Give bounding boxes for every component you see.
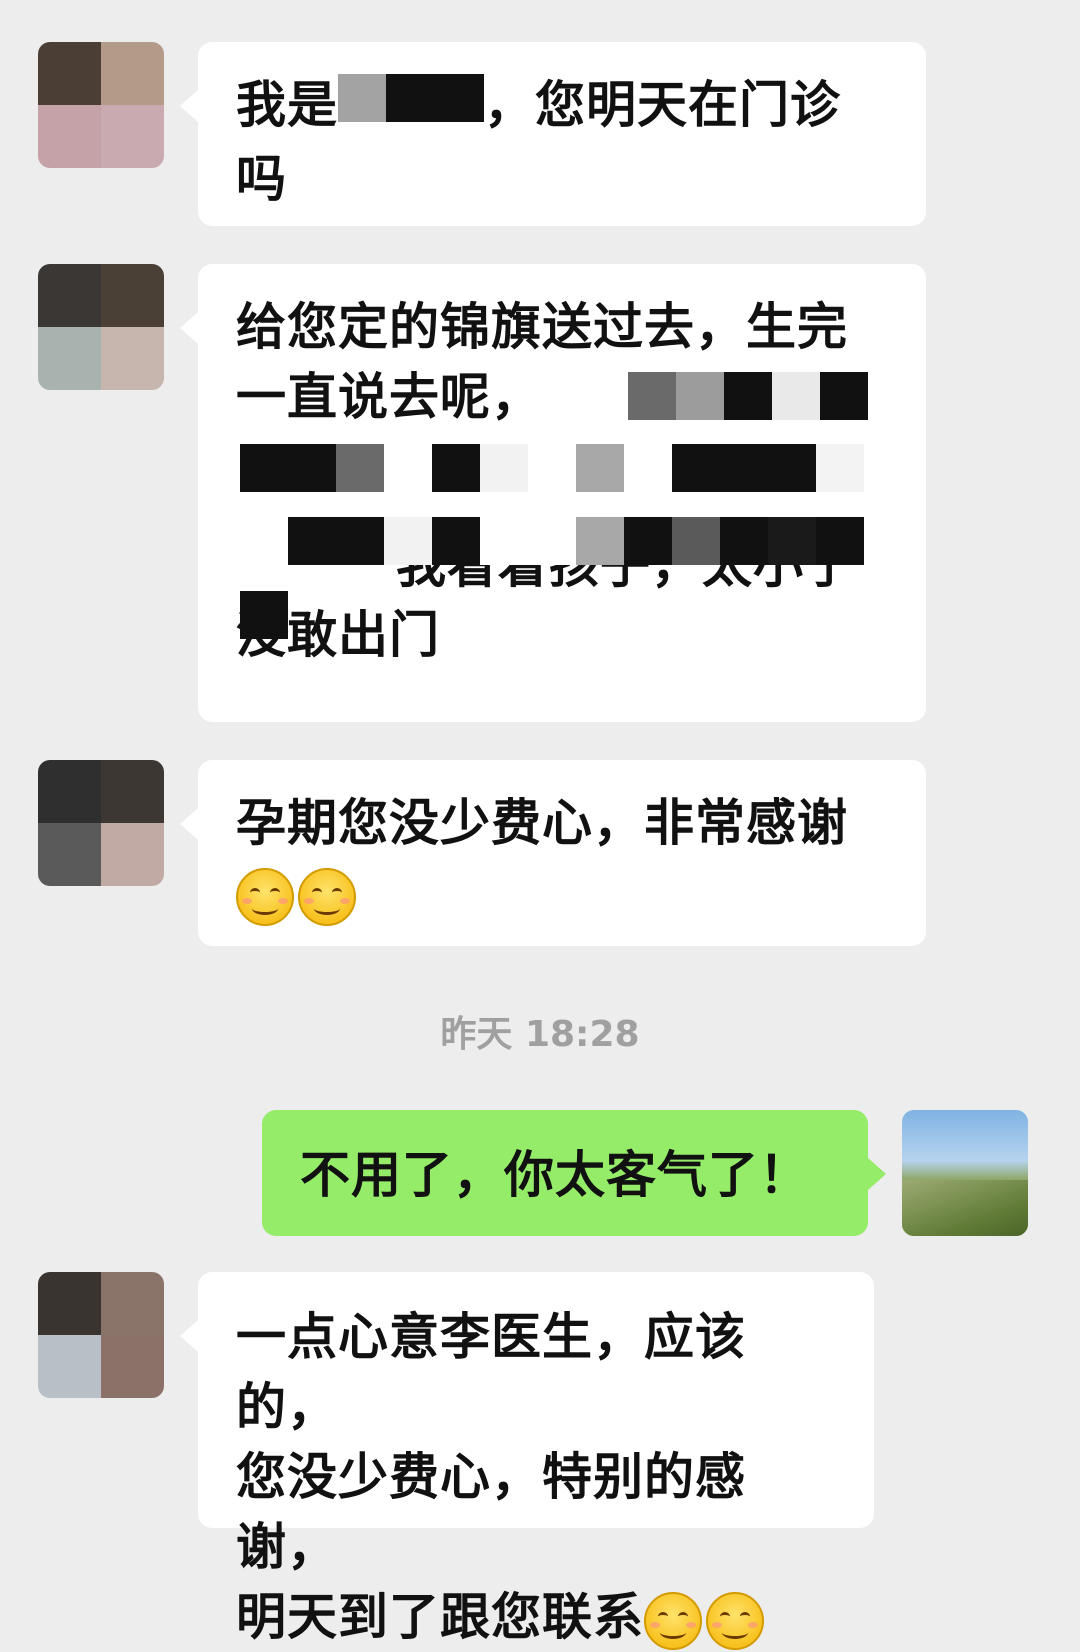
redacted-mosaic [628,372,868,442]
message-line: 明天到了跟您联系 [236,1588,644,1646]
smile-emoji-icon [644,1591,702,1650]
message-bubble[interactable]: 给您定的锦旗送过去，生完 一直说去呢， 我看着孩子，太小了 没敢出门 [180,264,926,722]
message-text: 吗 [236,149,287,208]
message-text: 不用了，你太客气了！ [300,1146,810,1204]
landscape-icon [902,1180,1028,1236]
smile-emoji-icon [236,867,294,926]
smile-emoji-icon [298,867,356,926]
contact-avatar[interactable] [38,264,164,390]
message-bubble[interactable]: 孕期您没少费心，非常感谢 [180,760,926,946]
contact-avatar[interactable] [38,760,164,886]
message-line: 给您定的锦旗送过去，生完 [236,298,848,356]
message-line: 一点心意李医生，应该的， [236,1308,746,1436]
contact-avatar[interactable] [38,1272,164,1398]
self-avatar[interactable] [902,1110,1028,1236]
message-bubble[interactable]: 我是 ，您明天在门诊 吗 [180,42,926,226]
message-text: ，您明天在门诊 [484,76,841,134]
message-line: 孕期您没少费心，非常感谢 [236,794,848,852]
message-line: 一直说去呢， [236,368,542,426]
redacted-mosaic [338,73,484,144]
message-bubble-self[interactable]: 不用了，你太客气了！ [262,1110,886,1236]
redacted-mosaic [236,440,888,639]
smile-emoji-icon [706,1591,764,1650]
message-text: 我是 [236,76,338,134]
timestamp: 昨天 18:28 [440,1014,640,1055]
contact-avatar[interactable] [38,42,164,168]
message-bubble[interactable]: 一点心意李医生，应该的， 您没少费心，特别的感谢， 明天到了跟您联系 [180,1272,874,1650]
message-line: 您没少费心，特别的感谢， [236,1448,746,1576]
